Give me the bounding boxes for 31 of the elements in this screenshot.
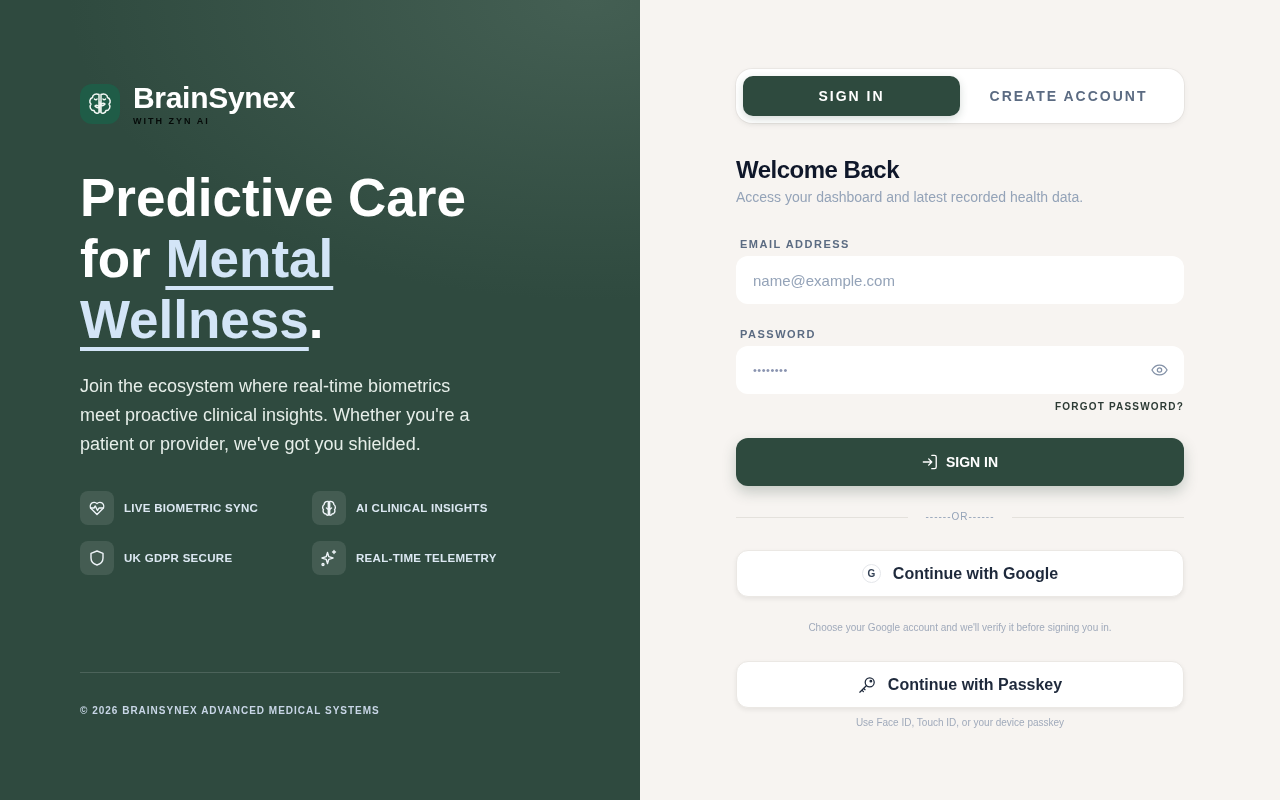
feature-label: REAL-TIME TELEMETRY xyxy=(356,552,497,564)
divider-label: ------OR------ xyxy=(925,511,995,523)
provider-note: Choose your Google account and we'll verify it before signing you in. xyxy=(807,622,1113,634)
heart-pulse-icon xyxy=(80,491,114,525)
intro-paragraph: Join the ecosystem where real-time biometrics meet proactive clinical insights. Whether you're a patient or provider, we've got you shielded. xyxy=(80,375,471,456)
forgot-password-link[interactable]: FORGOT PASSWORD? xyxy=(1055,401,1184,413)
email-field[interactable]: name@example.com xyxy=(736,256,1184,304)
headline: Predictive Care for Mental Wellness. xyxy=(80,167,467,350)
copyright-text: © 2026 BRAINSYNEX ADVANCED MEDICAL SYSTEMS xyxy=(80,705,380,717)
sign-in-button[interactable]: SIGN IN xyxy=(736,438,1184,486)
tab[interactable]: CREATE ACCOUNT xyxy=(960,76,1177,116)
feature-label: AI CLINICAL INSIGHTS xyxy=(356,502,488,514)
brain-logo-icon xyxy=(80,84,120,124)
shield-icon xyxy=(80,541,114,575)
form-subtitle: Access your dashboard and latest recorded health data. xyxy=(736,188,1084,207)
feature-label: LIVE BIOMETRIC SYNC xyxy=(124,502,259,514)
eye-icon[interactable] xyxy=(1151,364,1168,376)
provider-note: Use Face ID, Touch ID, or your device passkey xyxy=(854,717,1066,729)
brain-icon xyxy=(312,491,346,525)
field-label: PASSWORD xyxy=(739,327,816,341)
sign-in-icon xyxy=(921,454,938,470)
key-icon xyxy=(857,675,876,694)
tab[interactable]: SIGN IN xyxy=(743,76,960,116)
google-button[interactable]: G Continue with Google xyxy=(736,550,1184,597)
field-label: EMAIL ADDRESS xyxy=(739,237,850,251)
brand-tagline: WITH ZYN AI xyxy=(133,116,210,127)
sparkle-icon xyxy=(312,541,346,575)
form-title: Welcome Back xyxy=(736,155,899,185)
brand-name: BrainSynex xyxy=(133,82,296,114)
passkey-button[interactable]: Continue with Passkey xyxy=(736,661,1184,708)
feature-label: UK GDPR SECURE xyxy=(124,552,233,564)
